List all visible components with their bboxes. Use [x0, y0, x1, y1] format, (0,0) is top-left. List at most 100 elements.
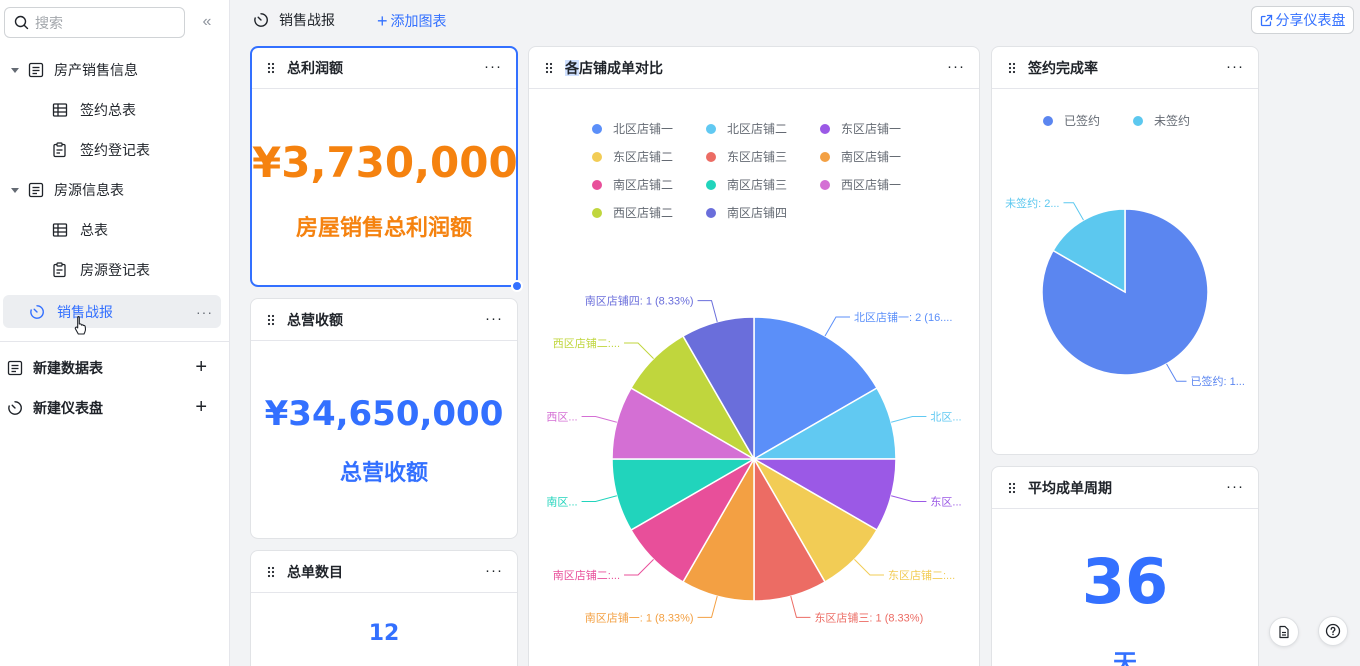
document-icon [1279, 625, 1289, 639]
grid-table-icon [52, 223, 68, 237]
metric-value: ¥3,730,000 [252, 138, 518, 187]
slice-leader-line [697, 300, 718, 322]
metric-value: ¥34,650,000 [264, 394, 504, 434]
card-title: 总单数目 [287, 563, 343, 580]
slice-label: 未签约: 2... [1005, 196, 1059, 210]
profit-card[interactable]: 总利润额 ··· ¥3,730,000 房屋销售总利润额 [250, 46, 518, 287]
card-title: 平均成单周期 [1028, 479, 1112, 496]
card-header: 总单数目 ··· [251, 551, 517, 593]
dashboard-title-text: 销售战报 [279, 12, 335, 28]
card-title: 总营收额 [287, 311, 343, 328]
drag-handle-icon[interactable] [1008, 482, 1016, 494]
sidebar-item-label: 签约登记表 [80, 142, 150, 158]
slice-leader-line [1063, 202, 1084, 221]
sidebar-item-label: 总表 [80, 222, 108, 238]
add-dashboard-icon[interactable]: + [195, 397, 207, 417]
add-table-icon[interactable]: + [195, 357, 207, 377]
slice-leader-line [581, 495, 617, 502]
card-title: 总利润额 [287, 60, 343, 76]
drag-handle-icon[interactable] [267, 314, 275, 326]
dashboard-toolbar: 销售战报 + 添加图表 分享仪表盘 [230, 0, 1360, 40]
drag-handle-icon[interactable] [267, 62, 275, 74]
add-chart-label: 添加图表 [390, 13, 447, 29]
slice-label: 东区店铺二:... [888, 568, 955, 582]
more-options-icon[interactable]: ··· [485, 310, 503, 327]
slice-leader-line [624, 342, 654, 359]
store-pie-chart: 北区店铺一: 2 (16.... 北区... 东区... 东区店铺二:... 东区店铺三… [546, 294, 961, 625]
metric-value: 36 [1081, 545, 1169, 618]
metric-label: 房屋销售总利润额 [295, 215, 472, 240]
caret-down-icon [11, 187, 19, 193]
slice-leader-line [624, 559, 654, 576]
dashboard-icon [8, 401, 22, 415]
search-icon [14, 15, 29, 30]
add-chart-button[interactable]: + 添加图表 [377, 11, 447, 31]
slice-leader-line [824, 316, 850, 337]
dashboard-title: 销售战报 [253, 10, 335, 30]
sidebar-item-total[interactable]: 总表 [52, 212, 108, 248]
slice-leader-line [697, 596, 718, 618]
slice-leader-line [891, 416, 927, 423]
sidebar-group-label: 房源信息表 [54, 182, 124, 198]
slice-label: 西区店铺二:... [553, 336, 620, 350]
revenue-card[interactable]: 总营收额 ··· ¥34,650,000 总营收额 [250, 298, 518, 539]
doc-table-icon [28, 62, 44, 78]
sidebar-group-house-source[interactable]: 房源信息表 [0, 172, 124, 208]
more-options-icon[interactable]: ··· [484, 58, 502, 75]
slice-label: 已签约: 1... [1191, 374, 1245, 388]
slice-label: 东区... [930, 495, 961, 508]
store-pie-card[interactable]: 各店铺成单对比 ··· 北区店铺一 北区店铺二 东区店铺一 东区店铺二 东区店铺三 南区店… [528, 46, 980, 666]
sidebar-item-sign-register[interactable]: 签约登记表 [52, 132, 150, 168]
doc-table-icon [28, 182, 44, 198]
cycle-card[interactable]: 平均成单周期 ··· 36 天 [991, 466, 1259, 666]
collapse-sidebar-icon[interactable]: « [198, 13, 216, 31]
slice-label: 南区店铺四: 1 (8.33%) [585, 294, 694, 308]
share-dashboard-button[interactable]: 分享仪表盘 [1251, 6, 1354, 34]
sidebar-item-source-register[interactable]: 房源登记表 [52, 252, 150, 288]
new-table-item[interactable]: 新建数据表 + [7, 350, 221, 386]
help-float-button[interactable] [1318, 616, 1348, 646]
slice-leader-line [891, 495, 927, 502]
slice-leader-line [1166, 363, 1187, 382]
slice-label: 南区店铺一: 1 (8.33%) [585, 610, 694, 624]
orders-card[interactable]: 总单数目 ··· 12 [250, 550, 518, 666]
sidebar-group-house-sales[interactable]: 房产销售信息 [0, 52, 138, 88]
search-box[interactable] [4, 7, 185, 38]
plus-icon: + [377, 11, 388, 31]
new-table-label: 新建数据表 [33, 360, 103, 376]
slice-leader-line [581, 416, 617, 423]
slice-label: 北区店铺一: 2 (16.... [854, 310, 952, 324]
slice-label: 东区店铺三: 1 (8.33%) [814, 610, 923, 624]
sign-pie-chart: 已签约: 1... 未签约: 2... [1005, 196, 1245, 388]
new-dashboard-label: 新建仪表盘 [33, 400, 103, 416]
sidebar-item-sign-total[interactable]: 签约总表 [52, 92, 136, 128]
card-header: 平均成单周期 ··· [992, 467, 1258, 509]
slice-leader-line [854, 559, 884, 576]
card-header: 总利润额 ··· [252, 48, 516, 89]
grid-table-icon [52, 103, 68, 117]
resize-handle[interactable] [511, 280, 523, 292]
sidebar: « 房产销售信息 签约总表 签约登记表 房源信息表 总表 房源登记表 销售战报 … [0, 0, 230, 666]
hand-cursor-icon [74, 315, 87, 335]
metric-value: 12 [368, 621, 400, 646]
more-options-icon[interactable]: ··· [1226, 478, 1244, 495]
new-dashboard-item[interactable]: 新建仪表盘 + [7, 390, 221, 426]
more-options-icon[interactable]: ··· [485, 562, 503, 579]
sidebar-divider [0, 341, 229, 342]
sidebar-item-sales-report[interactable]: 销售战报 ··· [3, 295, 221, 335]
slice-label: 南区店铺二:... [553, 568, 620, 582]
slice-label: 西区... [546, 412, 577, 424]
drag-handle-icon[interactable] [267, 566, 275, 578]
dashboard-icon [30, 304, 44, 319]
help-icon [1325, 623, 1341, 639]
sidebar-item-label: 签约总表 [80, 102, 136, 118]
doc-float-button[interactable] [1269, 617, 1299, 647]
more-options-icon[interactable]: ··· [196, 304, 213, 320]
slice-label: 南区... [546, 495, 577, 508]
sidebar-item-label: 房源登记表 [80, 262, 150, 278]
search-input[interactable] [35, 14, 175, 31]
dashboard-icon [254, 13, 268, 27]
sidebar-group-label: 房产销售信息 [54, 62, 138, 78]
caret-down-icon [11, 67, 19, 73]
sign-rate-card[interactable]: 签约完成率 ··· 已签约 未签约 已签约: 1... 未签约: 2... [991, 46, 1259, 455]
